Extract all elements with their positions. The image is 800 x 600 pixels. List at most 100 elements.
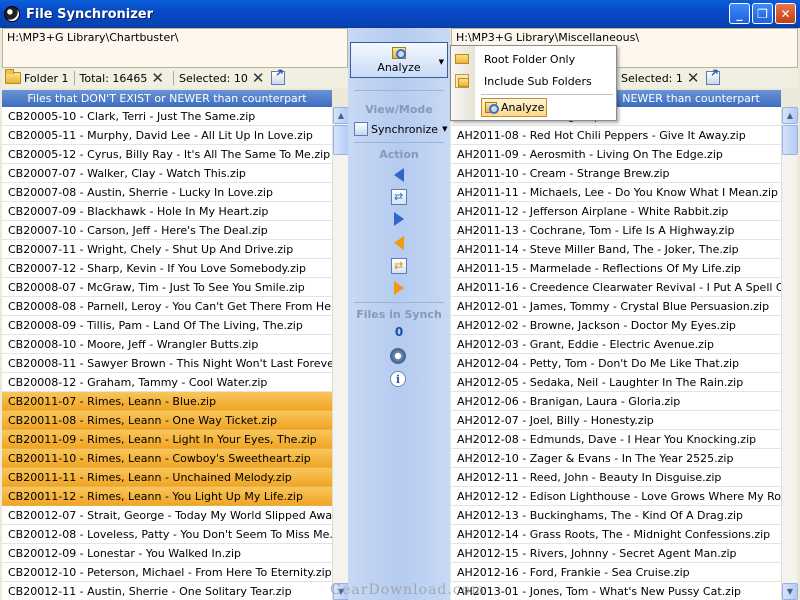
list-item[interactable]: AH2011-12 - Jefferson Airplane - White R… — [451, 202, 781, 221]
list-item[interactable]: AH2012-11 - Reed, John - Beauty In Disgu… — [451, 468, 781, 487]
list-item[interactable]: AH2012-14 - Grass Roots, The - Midnight … — [451, 525, 781, 544]
analyze-label: Analyze — [377, 60, 421, 74]
list-item[interactable]: AH2012-08 - Edmunds, Dave - I Hear You K… — [451, 430, 781, 449]
list-item[interactable]: CB20011-07 - Rimes, Leann - Blue.zip — [2, 392, 332, 411]
menu-item-label: Include Sub Folders — [484, 74, 592, 88]
left-panel-toolbar: Folder 1 Total: 16465 ✕ Selected: 10 ✕ — [2, 68, 348, 88]
synchronize-dropdown[interactable]: Synchronize ▼ — [350, 120, 448, 138]
clear-selection-icon[interactable]: ✕ — [252, 70, 265, 86]
subfolders-icon — [455, 74, 469, 88]
list-item[interactable]: AH2012-12 - Edison Lighthouse - Love Gro… — [451, 487, 781, 506]
toolbar-separator — [172, 71, 174, 85]
list-item[interactable]: CB20012-09 - Lonestar - You Walked In.zi… — [2, 544, 332, 563]
clear-selection-icon[interactable]: ✕ — [687, 70, 700, 86]
copy-right-icon[interactable] — [390, 210, 408, 228]
analyze-button[interactable]: Analyze ▼ — [350, 42, 448, 78]
scroll-up-button[interactable]: ▲ — [333, 107, 349, 124]
list-item[interactable]: AH2012-07 - Joel, Billy - Honesty.zip — [451, 411, 781, 430]
right-file-list[interactable]: ers - Under The Bridge.zipAH2011-08 - Re… — [451, 107, 781, 600]
list-item[interactable]: AH2011-14 - Steve Miller Band, The - Jok… — [451, 240, 781, 259]
list-item[interactable]: CB20011-09 - Rimes, Leann - Light In You… — [2, 430, 332, 449]
list-item[interactable]: CB20008-08 - Parnell, Leroy - You Can't … — [2, 297, 332, 316]
copy-left-icon[interactable] — [390, 166, 408, 184]
list-item[interactable]: AH2011-11 - Michaels, Lee - Do You Know … — [451, 183, 781, 202]
list-item[interactable]: CB20011-11 - Rimes, Leann - Unchained Me… — [2, 468, 332, 487]
list-item[interactable]: CB20005-10 - Clark, Terri - Just The Sam… — [2, 107, 332, 126]
swap-right-icon[interactable] — [390, 257, 408, 275]
list-item[interactable]: AH2012-13 - Buckinghams, The - Kind Of A… — [451, 506, 781, 525]
files-in-synch-count: 0 — [394, 325, 404, 339]
watermark: GearDownload.com — [330, 582, 486, 598]
clear-total-icon[interactable]: ✕ — [151, 70, 164, 86]
divider — [354, 90, 444, 91]
title-bar: File Synchronizer _ ❐ ✕ — [0, 0, 800, 28]
middle-panel: Analyze ▼ View/Mode Synchronize ▼ Action… — [348, 28, 450, 600]
swap-left-icon[interactable] — [390, 188, 408, 206]
info-icon[interactable]: i — [390, 371, 406, 387]
list-item[interactable]: AH2012-03 - Grant, Eddie - Electric Aven… — [451, 335, 781, 354]
menu-item-include-sub-folders[interactable]: Include Sub Folders — [451, 71, 616, 91]
options-icon[interactable] — [390, 348, 406, 364]
list-item[interactable]: AH2012-05 - Sedaka, Neil - Laughter In T… — [451, 373, 781, 392]
scroll-up-button[interactable]: ▲ — [782, 107, 798, 124]
menu-analyze-button[interactable]: Analyze — [481, 98, 547, 117]
list-item[interactable]: AH2012-15 - Rivers, Johnny - Secret Agen… — [451, 544, 781, 563]
close-button[interactable]: ✕ — [775, 3, 796, 24]
list-item[interactable]: CB20007-10 - Carson, Jeff - Here's The D… — [2, 221, 332, 240]
scroll-thumb[interactable] — [333, 125, 349, 155]
list-item[interactable]: CB20007-11 - Wright, Chely - Shut Up And… — [2, 240, 332, 259]
list-item[interactable]: AH2012-16 - Ford, Frankie - Sea Cruise.z… — [451, 563, 781, 582]
export-icon[interactable] — [271, 71, 286, 85]
list-item[interactable]: CB20012-08 - Loveless, Patty - You Don't… — [2, 525, 332, 544]
export-icon[interactable] — [706, 71, 721, 85]
chevron-down-icon[interactable]: ▼ — [442, 125, 447, 133]
list-item[interactable]: AH2012-04 - Petty, Tom - Don't Do Me Lik… — [451, 354, 781, 373]
list-item[interactable]: CB20007-12 - Sharp, Kevin - If You Love … — [2, 259, 332, 278]
list-item[interactable]: CB20011-10 - Rimes, Leann - Cowboy's Swe… — [2, 449, 332, 468]
minimize-button[interactable]: _ — [729, 3, 750, 24]
list-item[interactable]: CB20012-10 - Peterson, Michael - From He… — [2, 563, 332, 582]
list-item[interactable]: CB20012-07 - Strait, George - Today My W… — [2, 506, 332, 525]
delete-right-icon[interactable] — [390, 279, 408, 297]
menu-item-label: Root Folder Only — [484, 52, 576, 66]
list-item[interactable]: CB20011-08 - Rimes, Leann - One Way Tick… — [2, 411, 332, 430]
list-item[interactable]: AH2012-02 - Browne, Jackson - Doctor My … — [451, 316, 781, 335]
list-item[interactable]: AH2011-10 - Cream - Strange Brew.zip — [451, 164, 781, 183]
list-item[interactable]: CB20008-11 - Sawyer Brown - This Night W… — [2, 354, 332, 373]
folder-icon[interactable] — [5, 69, 21, 84]
selected-label: Selected: 10 — [178, 71, 248, 85]
scroll-down-button[interactable]: ▼ — [782, 583, 798, 600]
list-item[interactable]: CB20011-12 - Rimes, Leann - You Light Up… — [2, 487, 332, 506]
list-item[interactable]: AH2012-01 - James, Tommy - Crystal Blue … — [451, 297, 781, 316]
list-item[interactable]: CB20008-09 - Tillis, Pam - Land Of The L… — [2, 316, 332, 335]
toolbar-separator — [73, 71, 75, 85]
list-item[interactable]: CB20008-10 - Moore, Jeff - Wrangler Butt… — [2, 335, 332, 354]
list-item[interactable]: AH2012-06 - Branigan, Laura - Gloria.zip — [451, 392, 781, 411]
list-item[interactable]: AH2012-10 - Zager & Evans - In The Year … — [451, 449, 781, 468]
delete-left-icon[interactable] — [390, 234, 408, 252]
scroll-thumb[interactable] — [782, 125, 798, 155]
chevron-down-icon[interactable]: ▼ — [439, 58, 444, 66]
window-title: File Synchronizer — [26, 6, 154, 22]
menu-item-root-folder-only[interactable]: Root Folder Only — [451, 49, 616, 69]
list-item[interactable]: CB20012-11 - Austin, Sherrie - One Solit… — [2, 582, 332, 600]
files-in-synch-title: Files in Synch — [356, 308, 442, 321]
list-item[interactable]: AH2011-15 - Marmelade - Reflections Of M… — [451, 259, 781, 278]
list-item[interactable]: AH2011-08 - Red Hot Chili Peppers - Give… — [451, 126, 781, 145]
list-item[interactable]: CB20007-07 - Walker, Clay - Watch This.z… — [2, 164, 332, 183]
list-item[interactable]: CB20008-07 - McGraw, Tim - Just To See Y… — [2, 278, 332, 297]
list-item[interactable]: AH2011-09 - Aerosmith - Living On The Ed… — [451, 145, 781, 164]
list-item[interactable]: AH2011-16 - Creedence Clearwater Revival… — [451, 278, 781, 297]
list-item[interactable]: CB20007-08 - Austin, Sherrie - Lucky In … — [2, 183, 332, 202]
list-item[interactable]: CB20008-12 - Graham, Tammy - Cool Water.… — [2, 373, 332, 392]
list-item[interactable]: AH2011-13 - Cochrane, Tom - Life Is A Hi… — [451, 221, 781, 240]
list-item[interactable]: CB20005-11 - Murphy, David Lee - All Lit… — [2, 126, 332, 145]
left-file-list[interactable]: CB20005-10 - Clark, Terri - Just The Sam… — [2, 107, 332, 600]
list-item[interactable]: AH2013-01 - Jones, Tom - What's New Puss… — [451, 582, 781, 600]
left-path-field[interactable]: H:\MP3+G Library\Chartbuster\ — [2, 28, 348, 68]
left-scrollbar[interactable]: ▲ ▼ — [332, 107, 349, 600]
list-item[interactable]: CB20005-12 - Cyrus, Billy Ray - It's All… — [2, 145, 332, 164]
list-item[interactable]: CB20007-09 - Blackhawk - Hole In My Hear… — [2, 202, 332, 221]
right-scrollbar[interactable]: ▲ ▼ — [781, 107, 798, 600]
maximize-button[interactable]: ❐ — [752, 3, 773, 24]
